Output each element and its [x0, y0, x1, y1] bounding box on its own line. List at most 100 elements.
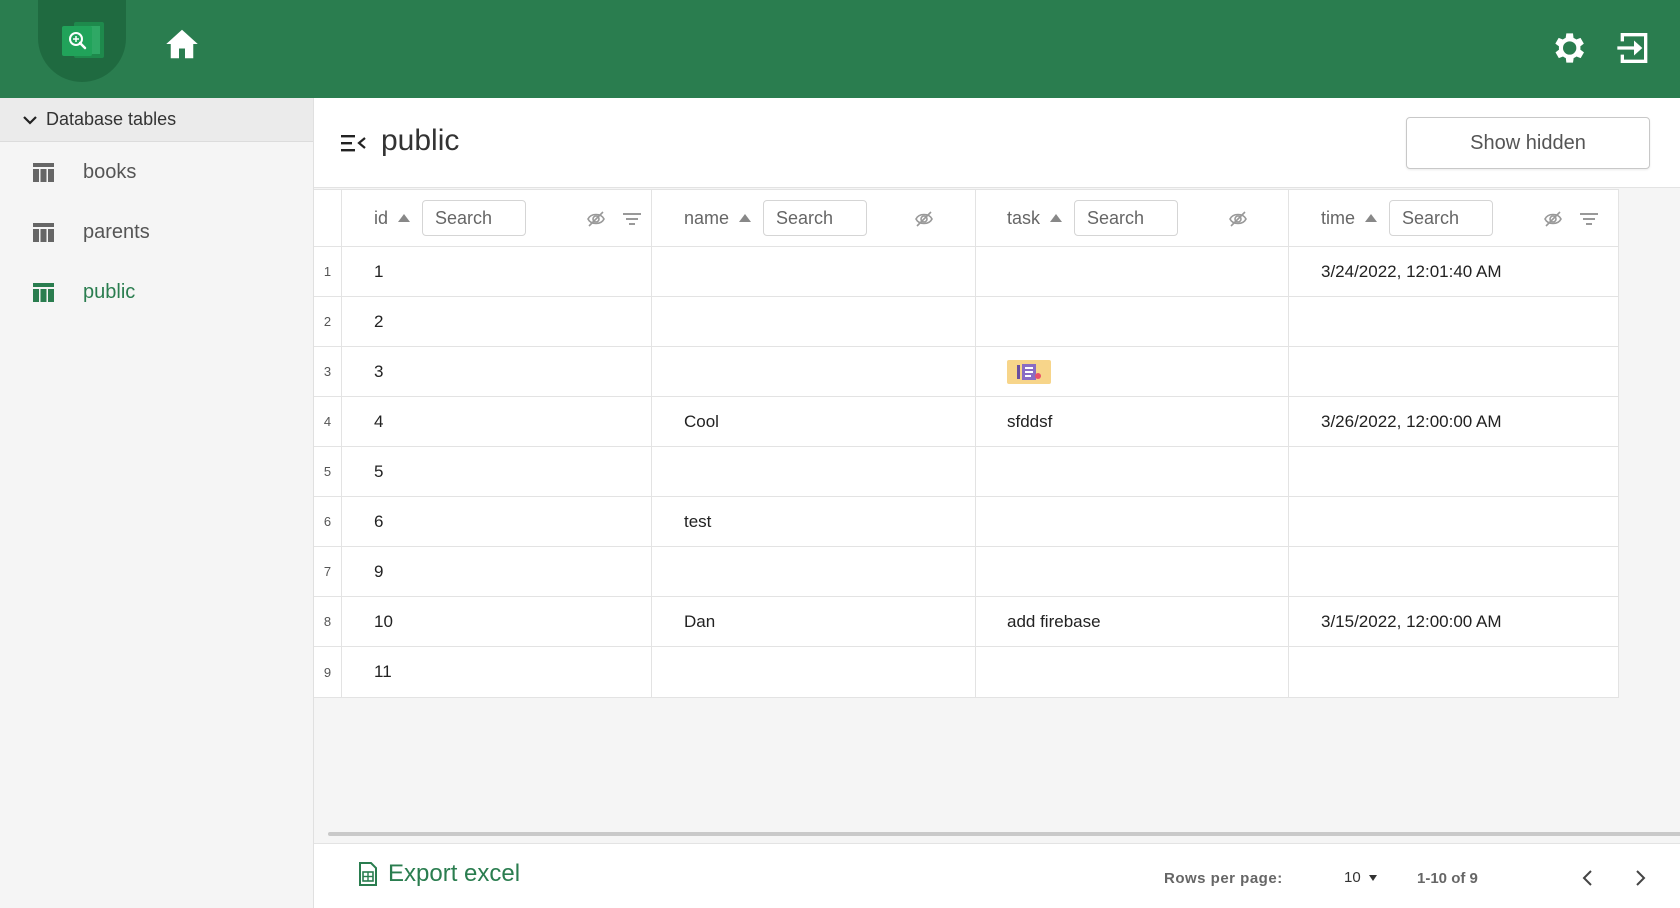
- row-number: 5: [314, 447, 342, 496]
- row-number: 6: [314, 497, 342, 546]
- filter-icon[interactable]: [1579, 211, 1599, 227]
- column-header-id: id: [342, 190, 652, 246]
- cell-name[interactable]: test: [652, 497, 976, 546]
- row-number: 8: [314, 597, 342, 646]
- table-row[interactable]: 4 4 Cool sfddsf 3/26/2022, 12:00:00 AM: [314, 397, 1618, 447]
- cell-time[interactable]: [1289, 447, 1618, 496]
- excel-icon: [359, 862, 377, 886]
- cell-time[interactable]: [1289, 547, 1618, 596]
- column-header-time: time: [1289, 190, 1618, 246]
- column-label: id: [374, 207, 389, 228]
- cell-task[interactable]: sfddsf: [976, 397, 1289, 446]
- app-logo[interactable]: [38, 0, 126, 82]
- horizontal-scrollbar[interactable]: [328, 832, 1680, 836]
- sort-icon[interactable]: [398, 214, 411, 222]
- eye-off-icon[interactable]: [586, 210, 606, 228]
- menu-collapse-icon[interactable]: [341, 132, 367, 154]
- app-logo-icon: [62, 22, 104, 58]
- sidebar-item-label: public: [83, 280, 136, 303]
- show-hidden-button[interactable]: Show hidden: [1406, 117, 1650, 169]
- sidebar-item-public[interactable]: public: [0, 262, 313, 322]
- rows-per-page-label: Rows per page:: [1164, 870, 1283, 887]
- cell-id[interactable]: 6: [342, 497, 652, 546]
- cell-time[interactable]: 3/24/2022, 12:01:40 AM: [1289, 247, 1618, 296]
- cell-name[interactable]: [652, 297, 976, 346]
- main-content: public Show hidden id name task: [314, 98, 1680, 908]
- row-number: 1: [314, 247, 342, 296]
- column-label: time: [1321, 207, 1356, 228]
- cell-time[interactable]: [1289, 647, 1618, 697]
- cell-time[interactable]: [1289, 497, 1618, 546]
- cell-id[interactable]: 3: [342, 347, 652, 396]
- cell-task[interactable]: [976, 297, 1289, 346]
- database-tables-toggle[interactable]: Database tables: [0, 98, 313, 142]
- gear-icon[interactable]: [1548, 28, 1588, 68]
- eye-off-icon[interactable]: [1543, 210, 1563, 228]
- cell-id[interactable]: 4: [342, 397, 652, 446]
- table-row[interactable]: 5 5: [314, 447, 1618, 497]
- sort-icon[interactable]: [1050, 214, 1063, 222]
- chevron-left-icon[interactable]: [1576, 866, 1600, 890]
- cell-task[interactable]: [976, 347, 1289, 396]
- cell-id[interactable]: 9: [342, 547, 652, 596]
- sidebar-item-books[interactable]: books: [0, 142, 313, 202]
- table-footer: Export excel Rows per page: 10 1-10 of 9: [314, 843, 1680, 908]
- table-row[interactable]: 3 3: [314, 347, 1618, 397]
- cell-task[interactable]: [976, 247, 1289, 296]
- image-thumbnail[interactable]: [1007, 359, 1051, 384]
- cell-id[interactable]: 5: [342, 447, 652, 496]
- cell-name[interactable]: [652, 547, 976, 596]
- cell-time[interactable]: [1289, 297, 1618, 346]
- sort-icon[interactable]: [739, 214, 752, 222]
- sort-icon[interactable]: [1365, 214, 1378, 222]
- logout-icon[interactable]: [1614, 28, 1654, 68]
- cell-name[interactable]: [652, 647, 976, 697]
- table-row[interactable]: 1 1 3/24/2022, 12:01:40 AM: [314, 247, 1618, 297]
- chevron-right-icon[interactable]: [1628, 866, 1652, 890]
- export-excel-label: Export excel: [388, 860, 521, 887]
- home-icon[interactable]: [164, 26, 200, 62]
- search-input-id[interactable]: [422, 200, 527, 236]
- cell-name[interactable]: [652, 247, 976, 296]
- export-excel-button[interactable]: Export excel: [358, 860, 520, 888]
- search-input-time[interactable]: [1389, 200, 1494, 236]
- column-header-task: task: [976, 190, 1289, 246]
- table-row[interactable]: 2 2: [314, 297, 1618, 347]
- cell-task[interactable]: [976, 497, 1289, 546]
- sidebar-item-label: parents: [83, 220, 150, 243]
- row-number: 3: [314, 347, 342, 396]
- cell-name[interactable]: [652, 347, 976, 396]
- table-row[interactable]: 8 10 Dan add firebase 3/15/2022, 12:00:0…: [314, 597, 1618, 647]
- table-row[interactable]: 7 9: [314, 547, 1618, 597]
- cell-task[interactable]: add firebase: [976, 597, 1289, 646]
- table-header-row: id name task time: [314, 190, 1618, 247]
- eye-off-icon[interactable]: [914, 210, 934, 228]
- row-number-header: [314, 190, 342, 246]
- cell-name[interactable]: Dan: [652, 597, 976, 646]
- table-row[interactable]: 6 6 test: [314, 497, 1618, 547]
- caret-down-icon: [1368, 874, 1377, 881]
- cell-id[interactable]: 10: [342, 597, 652, 646]
- cell-time[interactable]: [1289, 347, 1618, 396]
- table-row[interactable]: 9 11: [314, 647, 1618, 697]
- cell-task[interactable]: [976, 447, 1289, 496]
- chevron-down-icon: [23, 115, 37, 125]
- search-input-name[interactable]: [763, 200, 868, 236]
- cell-time[interactable]: 3/26/2022, 12:00:00 AM: [1289, 397, 1618, 446]
- cell-task[interactable]: [976, 547, 1289, 596]
- column-header-name: name: [652, 190, 976, 246]
- cell-time[interactable]: 3/15/2022, 12:00:00 AM: [1289, 597, 1618, 646]
- cell-name[interactable]: [652, 447, 976, 496]
- filter-icon[interactable]: [622, 211, 642, 227]
- rows-per-page-select[interactable]: 10: [1344, 869, 1377, 886]
- cell-task[interactable]: [976, 647, 1289, 697]
- cell-id[interactable]: 1: [342, 247, 652, 296]
- cell-id[interactable]: 11: [342, 647, 652, 697]
- eye-off-icon[interactable]: [1228, 210, 1248, 228]
- sidebar-item-parents[interactable]: parents: [0, 202, 313, 262]
- column-label: task: [1007, 207, 1041, 228]
- cell-id[interactable]: 2: [342, 297, 652, 346]
- cell-name[interactable]: Cool: [652, 397, 976, 446]
- table-icon: [33, 282, 54, 302]
- search-input-task[interactable]: [1074, 200, 1179, 236]
